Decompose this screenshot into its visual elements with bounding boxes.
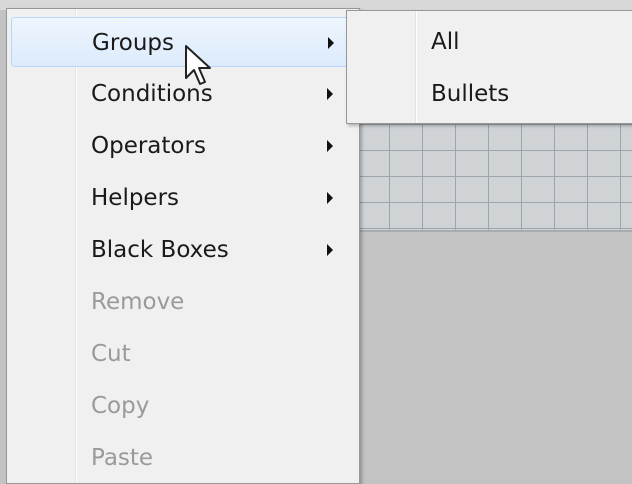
submenu-item-bullets[interactable]: Bullets xyxy=(351,69,631,119)
context-menu: Groups Conditions Operators Helpers Blac… xyxy=(6,8,360,484)
submenu-item-all[interactable]: All xyxy=(351,17,631,67)
submenu-arrow-icon xyxy=(328,37,334,49)
submenu-arrow-icon xyxy=(327,88,333,100)
menu-item-remove[interactable]: Remove xyxy=(11,277,355,327)
menu-item-paste[interactable]: Paste xyxy=(11,433,355,483)
menu-item-label: Helpers xyxy=(91,185,180,211)
menu-item-label: Groups xyxy=(92,30,175,56)
menu-item-helpers[interactable]: Helpers xyxy=(11,173,355,223)
menu-item-label: Paste xyxy=(91,445,154,471)
menu-item-operators[interactable]: Operators xyxy=(11,121,355,171)
menu-item-black-boxes[interactable]: Black Boxes xyxy=(11,225,355,275)
menu-item-copy[interactable]: Copy xyxy=(11,381,355,431)
menu-item-label: Cut xyxy=(91,341,131,367)
grid-canvas[interactable] xyxy=(356,124,632,232)
groups-submenu: All Bullets xyxy=(346,10,632,124)
menu-item-label: Remove xyxy=(91,289,185,315)
submenu-arrow-icon xyxy=(327,140,333,152)
mouse-pointer-icon xyxy=(185,45,211,85)
menu-item-label: Operators xyxy=(91,133,206,159)
menu-item-label: Black Boxes xyxy=(91,237,229,263)
menu-item-label: Copy xyxy=(91,393,150,419)
submenu-arrow-icon xyxy=(327,192,333,204)
submenu-item-label: All xyxy=(431,29,460,55)
submenu-item-label: Bullets xyxy=(431,81,510,107)
menu-item-groups[interactable]: Groups xyxy=(11,17,355,67)
menu-item-cut[interactable]: Cut xyxy=(11,329,355,379)
submenu-arrow-icon xyxy=(327,244,333,256)
menu-item-conditions[interactable]: Conditions xyxy=(11,69,355,119)
screen: Groups Conditions Operators Helpers Blac… xyxy=(0,0,632,484)
workspace-background[interactable] xyxy=(356,232,632,484)
